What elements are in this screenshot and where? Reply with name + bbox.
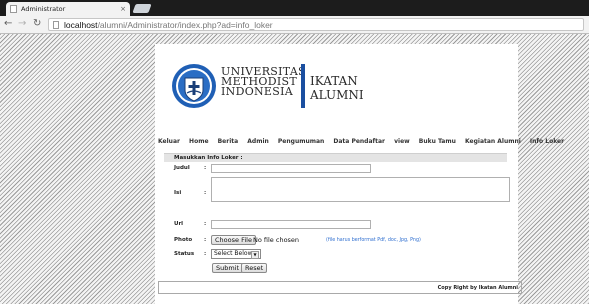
colon: : — [204, 237, 207, 243]
forward-arrow-icon[interactable]: → — [18, 18, 26, 30]
browser-toolbar: ← → ↻ localhost/alumni/Administrator/ind… — [0, 16, 589, 34]
browser-tab[interactable]: Administrator × — [6, 2, 130, 16]
header-divider — [301, 64, 305, 108]
university-name: UNIVERSITAS METHODIST INDONESIA — [221, 66, 306, 98]
close-tab-icon[interactable]: × — [120, 5, 126, 13]
reload-icon[interactable]: ↻ — [33, 18, 41, 30]
browser-tab-strip: Administrator × — [0, 0, 589, 16]
page-container: UNIVERSITAS METHODIST INDONESIA IKATAN A… — [155, 44, 564, 304]
menu-item-keluar[interactable]: Keluar — [158, 138, 180, 145]
chevron-down-icon: ▼ — [251, 251, 259, 259]
page-icon — [10, 5, 17, 13]
no-file-text: No file chosen — [253, 236, 300, 244]
submit-button[interactable]: Submit — [212, 263, 244, 273]
colon: : — [204, 251, 207, 257]
page-footer: Copy Right by Ikatan Alumni — [158, 281, 522, 294]
colon: : — [204, 221, 207, 227]
isi-textarea[interactable] — [211, 177, 510, 202]
organization-name: IKATAN ALUMNI — [310, 74, 364, 102]
info-loker-form: Masukkan Info Loker : Judul : Isi : Url … — [164, 153, 510, 276]
menu-item-home[interactable]: Home — [189, 138, 208, 145]
university-name-line: INDONESIA — [221, 85, 293, 98]
page-icon — [53, 20, 59, 29]
choose-file-button[interactable]: Choose File — [211, 235, 256, 245]
menu-item-buku-tamu[interactable]: Buku Tamu — [419, 138, 456, 145]
url-host: localhost — [64, 19, 98, 30]
isi-label: Isi — [174, 190, 182, 196]
file-format-hint: (file harus berformat Pdf, doc, Jpg, Png… — [326, 238, 421, 243]
colon: : — [204, 190, 207, 196]
url-label: Url — [174, 221, 184, 227]
colon: : — [204, 165, 207, 171]
url-input[interactable] — [211, 220, 371, 229]
status-label: Status — [174, 251, 195, 257]
back-arrow-icon[interactable]: ← — [4, 18, 12, 30]
copyright-text: Copy Right by Ikatan Alumni — [437, 285, 518, 291]
url-path: /alumni/Administrator/index.php?ad=info_… — [97, 19, 273, 30]
university-logo-icon — [172, 64, 216, 108]
judul-label: Judul — [174, 165, 190, 171]
photo-label: Photo — [174, 237, 193, 243]
page-viewport: UNIVERSITAS METHODIST INDONESIA IKATAN A… — [0, 34, 589, 304]
menu-item-kegiatan-alumni[interactable]: Kegiatan Alumni — [465, 138, 521, 145]
address-bar[interactable]: localhost/alumni/Administrator/index.php… — [48, 18, 584, 31]
menu-item-admin[interactable]: Admin — [247, 138, 269, 145]
organization-name-line: ALUMNI — [310, 88, 364, 102]
menu-item-pengumuman[interactable]: Pengumuman — [278, 138, 324, 145]
menu-item-view[interactable]: view — [394, 138, 410, 145]
status-select[interactable]: Select Below ▼ — [211, 249, 261, 259]
menu-item-berita[interactable]: Berita — [218, 138, 239, 145]
tab-title: Administrator — [21, 5, 66, 13]
main-menu: Keluar Home Berita Admin Pengumuman Data… — [158, 138, 571, 145]
status-select-value: Select Below — [214, 250, 253, 257]
reset-button[interactable]: Reset — [241, 263, 268, 273]
form-heading: Masukkan Info Loker : — [164, 153, 507, 162]
menu-item-data-pendaftar[interactable]: Data Pendaftar — [333, 138, 385, 145]
new-tab-button[interactable] — [132, 4, 152, 13]
organization-name-line: IKATAN — [310, 74, 358, 88]
menu-item-info-loker[interactable]: Info Loker — [530, 138, 564, 145]
judul-input[interactable] — [211, 164, 371, 173]
